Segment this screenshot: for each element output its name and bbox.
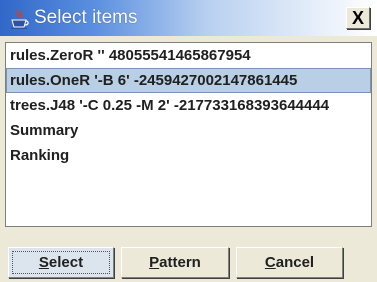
java-coffee-cup-icon	[11, 9, 29, 29]
cancel-button[interactable]: Cancel	[236, 247, 343, 278]
items-list[interactable]: rules.ZeroR '' 48055541465867954 rules.O…	[5, 42, 372, 227]
select-button[interactable]: Select	[8, 247, 114, 278]
list-item[interactable]: rules.ZeroR '' 48055541465867954	[6, 43, 371, 68]
pattern-button-mnemonic: P	[149, 254, 160, 271]
window-title: Select items	[34, 7, 138, 28]
list-item[interactable]: Summary	[6, 118, 371, 143]
list-item[interactable]: trees.J48 '-C 0.25 -M 2' -21773316839364…	[6, 93, 371, 118]
title-bar[interactable]: Select items X	[0, 0, 377, 36]
pattern-button-label: attern	[159, 254, 201, 271]
cancel-button-mnemonic: C	[264, 254, 276, 271]
list-item[interactable]: Ranking	[6, 143, 371, 168]
select-button-label: elect	[48, 254, 84, 271]
pattern-button[interactable]: Pattern	[121, 247, 229, 278]
select-button-mnemonic: S	[38, 254, 49, 271]
close-button[interactable]: X	[346, 7, 370, 29]
list-item-selected[interactable]: rules.OneR '-B 6' -2459427002147861445	[6, 68, 371, 93]
cancel-button-label: ancel	[275, 254, 315, 271]
